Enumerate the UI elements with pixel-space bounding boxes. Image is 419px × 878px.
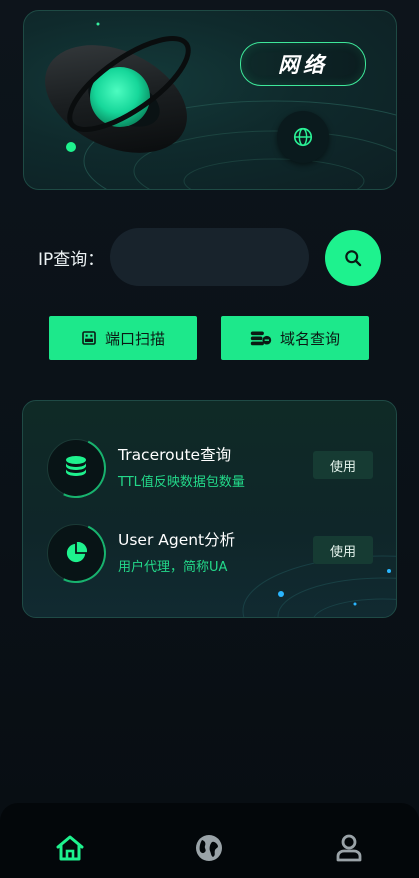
domain-query-label: 域名查询 bbox=[279, 329, 340, 348]
bottom-navigation bbox=[0, 803, 419, 878]
use-button[interactable]: 使用 bbox=[313, 536, 373, 564]
nav-earth[interactable] bbox=[192, 831, 226, 865]
search-button[interactable] bbox=[325, 230, 381, 286]
database-icon bbox=[66, 456, 86, 476]
ip-search-input[interactable] bbox=[110, 228, 309, 286]
port-scan-label: 端口扫描 bbox=[104, 329, 165, 348]
ip-query-label: IP查询： bbox=[38, 250, 105, 270]
nav-profile[interactable] bbox=[332, 831, 366, 865]
dns-icon bbox=[250, 331, 272, 346]
network-tools-page: 网络 IP查询： 端口扫描 域名查询 Traceroute查询 TTL值反映数据… bbox=[0, 0, 419, 878]
tools-card: Traceroute查询 TTL值反映数据包数量 使用 User Agent分析… bbox=[22, 400, 397, 618]
globe-icon bbox=[293, 127, 313, 147]
tool-title: User Agent分析 bbox=[118, 531, 236, 549]
router-icon bbox=[82, 331, 96, 345]
hero-banner: 网络 bbox=[23, 10, 397, 190]
home-icon bbox=[56, 835, 84, 861]
domain-query-button[interactable]: 域名查询 bbox=[221, 316, 369, 360]
network-badge: 网络 bbox=[240, 42, 366, 86]
tool-item-user-agent: User Agent分析 用户代理，简称UA 使用 bbox=[23, 524, 396, 584]
tool-item-traceroute: Traceroute查询 TTL值反映数据包数量 使用 bbox=[23, 439, 396, 499]
tool-subtitle: TTL值反映数据包数量 bbox=[118, 475, 245, 490]
nav-home[interactable] bbox=[53, 831, 87, 865]
earth-icon bbox=[196, 835, 222, 861]
tool-subtitle: 用户代理，简称UA bbox=[118, 560, 228, 575]
traceroute-icon-badge bbox=[47, 439, 105, 497]
pie-chart-icon bbox=[66, 542, 87, 563]
search-icon bbox=[345, 250, 362, 267]
globe-button[interactable] bbox=[277, 111, 329, 163]
orbit-decoration bbox=[242, 555, 396, 617]
use-button[interactable]: 使用 bbox=[313, 451, 373, 479]
user-icon bbox=[336, 834, 362, 862]
planet-illustration bbox=[45, 36, 191, 153]
user-agent-icon-badge bbox=[47, 524, 105, 582]
tool-title: Traceroute查询 bbox=[118, 446, 232, 464]
port-scan-button[interactable]: 端口扫描 bbox=[49, 316, 197, 360]
